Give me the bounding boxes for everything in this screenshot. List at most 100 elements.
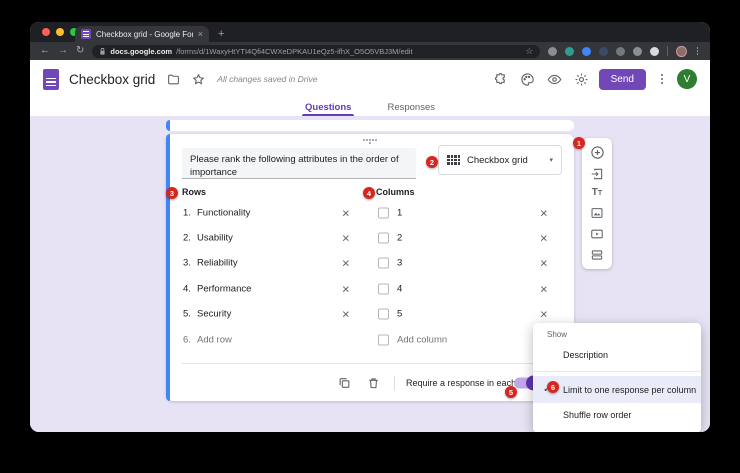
theme-palette-icon[interactable]	[520, 72, 535, 87]
row-number: 4.	[183, 283, 191, 294]
annotation-badge-3: 3	[166, 187, 178, 199]
bookmark-star-icon[interactable]: ☆	[525, 47, 533, 56]
delete-row-icon[interactable]: ×	[342, 282, 350, 295]
row-number: 2.	[183, 232, 191, 243]
lock-icon	[99, 47, 106, 56]
add-title-description-icon[interactable]: TT	[592, 188, 602, 198]
footer-divider	[394, 375, 395, 390]
preview-eye-icon[interactable]	[547, 72, 562, 87]
column-checkbox	[378, 308, 389, 319]
import-questions-icon[interactable]	[590, 167, 604, 181]
annotation-badge-4: 4	[363, 187, 375, 199]
send-button[interactable]: Send	[599, 69, 646, 90]
delete-row-icon[interactable]: ×	[342, 256, 350, 269]
minimize-window-button[interactable]	[56, 28, 64, 36]
settings-gear-icon[interactable]	[574, 72, 589, 87]
question-title-input[interactable]: Please rank the following attributes in …	[182, 148, 416, 179]
delete-column-icon[interactable]: ×	[540, 206, 548, 219]
row-label-input[interactable]: Functionality	[197, 207, 250, 218]
column-label-input[interactable]: 5	[397, 308, 402, 319]
move-to-folder-icon[interactable]	[167, 73, 180, 86]
add-image-icon[interactable]	[590, 206, 604, 220]
tab-questions[interactable]: Questions	[302, 98, 354, 116]
column-checkbox	[378, 283, 389, 294]
forward-icon[interactable]: →	[58, 46, 68, 56]
delete-column-icon[interactable]: ×	[540, 256, 548, 269]
delete-column-icon[interactable]: ×	[540, 307, 548, 320]
add-row-button[interactable]: Add row	[197, 334, 232, 345]
forms-header: Checkbox grid All changes saved in Drive…	[30, 60, 710, 98]
extension-icon[interactable]	[548, 47, 557, 56]
grid-row: 4. Performance × 4 ×	[166, 276, 574, 301]
row-label-input[interactable]: Performance	[197, 283, 251, 294]
browser-profile-avatar[interactable]	[676, 46, 686, 57]
grid-row: 3. Reliability × 3 ×	[166, 250, 574, 275]
column-label-input[interactable]: 3	[397, 257, 402, 268]
checkbox-grid-icon	[447, 155, 460, 165]
column-checkbox	[378, 207, 389, 218]
show-options-menu: Show Description ✓ Limit to one response…	[533, 323, 701, 432]
tab-close-icon[interactable]: ×	[198, 30, 203, 39]
back-icon[interactable]: ←	[40, 46, 50, 56]
close-window-button[interactable]	[42, 28, 50, 36]
browser-tab[interactable]: Checkbox grid - Google Forms ×	[75, 26, 209, 42]
reload-icon[interactable]: ↻	[76, 46, 84, 56]
grid-row-add: 6. Add row Add column	[166, 327, 574, 352]
delete-row-icon[interactable]: ×	[342, 307, 350, 320]
form-nav-tabs: Questions Responses	[30, 98, 710, 116]
row-label-input[interactable]: Security	[197, 308, 231, 319]
question-type-value: Checkbox grid	[467, 155, 528, 166]
delete-row-icon[interactable]: ×	[342, 206, 350, 219]
add-question-icon[interactable]	[590, 145, 605, 160]
form-title-card-partial[interactable]	[166, 120, 574, 131]
tab-title: Checkbox grid - Google Forms	[96, 30, 193, 39]
forms-logo-icon[interactable]	[43, 69, 59, 90]
chrome-menu-icon[interactable]	[695, 47, 701, 55]
save-status: All changes saved in Drive	[217, 74, 317, 84]
extension-icon[interactable]	[565, 47, 574, 56]
question-card: Please rank the following attributes in …	[166, 134, 574, 401]
row-number: 1.	[183, 207, 191, 218]
row-number: 3.	[183, 257, 191, 268]
column-label-input[interactable]: 2	[397, 232, 402, 243]
delete-icon[interactable]	[367, 376, 380, 389]
question-type-dropdown[interactable]: Checkbox grid ▾	[438, 145, 562, 175]
delete-row-icon[interactable]: ×	[342, 231, 350, 244]
grid-row: 2. Usability × 2 ×	[166, 225, 574, 250]
grid-row: 1. Functionality × 1 ×	[166, 200, 574, 225]
tab-responses[interactable]: Responses	[384, 98, 438, 116]
browser-window: Checkbox grid - Google Forms × + ← → ↻ d…	[30, 22, 710, 432]
star-form-icon[interactable]	[192, 73, 205, 86]
addons-puzzle-icon[interactable]	[493, 72, 508, 87]
account-avatar[interactable]: V	[677, 69, 697, 89]
extension-icon[interactable]	[633, 47, 642, 56]
column-label-input[interactable]: 4	[397, 283, 402, 294]
column-checkbox	[378, 257, 389, 268]
add-column-button[interactable]: Add column	[397, 334, 447, 345]
extension-icon[interactable]	[599, 47, 608, 56]
duplicate-icon[interactable]	[338, 376, 351, 389]
delete-column-icon[interactable]: ×	[540, 282, 548, 295]
extension-icon[interactable]	[616, 47, 625, 56]
delete-column-icon[interactable]: ×	[540, 231, 548, 244]
chevron-down-icon: ▾	[549, 156, 553, 164]
extension-icon[interactable]	[582, 47, 591, 56]
add-section-icon[interactable]	[590, 248, 604, 262]
column-label-input[interactable]: 1	[397, 207, 402, 218]
grid-row: 5. Security × 5 ×	[166, 301, 574, 326]
menu-divider	[533, 371, 701, 372]
drag-handle-icon[interactable]	[363, 139, 377, 144]
menu-item-label: Limit to one response per column	[563, 385, 696, 395]
row-label-input[interactable]: Reliability	[197, 257, 238, 268]
extension-icon[interactable]	[650, 47, 659, 56]
form-title[interactable]: Checkbox grid	[69, 72, 155, 87]
row-label-input[interactable]: Usability	[197, 232, 233, 243]
menu-item-description[interactable]: Description	[533, 343, 701, 367]
rows-header: Rows	[182, 187, 206, 197]
columns-header: Columns	[376, 187, 415, 197]
more-options-icon[interactable]	[658, 74, 666, 84]
add-video-icon[interactable]	[590, 227, 604, 241]
address-bar[interactable]: docs.google.com /forms/d/1WaxyHtYTI4Qfi4…	[92, 45, 540, 58]
menu-item-shuffle-rows[interactable]: Shuffle row order	[533, 403, 701, 427]
new-tab-button[interactable]: +	[218, 29, 224, 40]
